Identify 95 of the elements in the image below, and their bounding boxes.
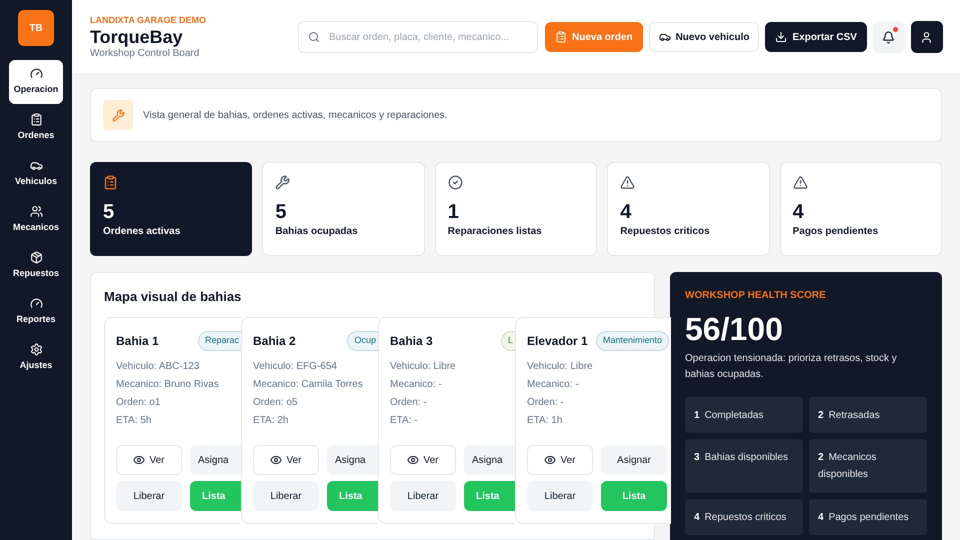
eye-icon <box>544 454 556 466</box>
bay-name: Elevador 1 <box>527 333 588 350</box>
bay-detail: Mecanico: Camila Torres <box>253 378 364 391</box>
metric-text: 1 Completadas <box>694 410 764 421</box>
bay-detail: ETA: 1h <box>527 414 564 427</box>
warning-icon <box>620 175 636 190</box>
assign-button[interactable]: Asignar <box>601 445 667 475</box>
bay-detail: Vehiculo: Libre <box>527 360 594 373</box>
wrench-icon <box>275 175 290 190</box>
status-badge: L <box>500 331 515 351</box>
release-button[interactable]: Liberar <box>116 481 182 511</box>
view-button[interactable]: Ver <box>527 445 593 475</box>
gauge-icon <box>30 297 42 310</box>
profile-button[interactable] <box>910 21 943 53</box>
box-icon <box>30 251 42 264</box>
view-button[interactable]: Ver <box>253 445 319 475</box>
bell-icon <box>882 30 896 44</box>
bay-name: Bahia 1 <box>116 333 159 350</box>
sidebar-item[interactable]: Operacion <box>9 60 63 104</box>
warning-icon <box>792 175 808 190</box>
bay-detail: ETA: - <box>390 414 419 427</box>
check-circle-icon <box>448 175 463 190</box>
toolbar-button[interactable]: Exportar CSV <box>765 22 867 52</box>
bay-detail: ETA: 5h <box>116 414 152 427</box>
brand-eyebrow: LANDIXTA GARAGE DEMO <box>90 14 207 26</box>
users-icon <box>30 205 42 218</box>
status-badge: Mantenimiento <box>596 331 669 351</box>
toolbar-button[interactable]: Nuevo vehiculo <box>648 22 760 52</box>
metric-text: 4 Repuestos criticos <box>694 512 786 523</box>
download-icon <box>775 31 788 43</box>
bay-detail: Orden: - <box>527 396 565 409</box>
bay-detail: Mecanico: - <box>527 378 580 391</box>
settings-icon <box>30 343 42 356</box>
clipboard-icon <box>103 175 118 190</box>
sidebar-item[interactable]: Mecanicos <box>9 198 63 242</box>
assign-button[interactable]: Asigna <box>327 445 378 475</box>
sidebar-item[interactable]: Vehiculos <box>9 152 63 196</box>
bay-detail: Orden: o1 <box>116 396 162 409</box>
clipboard-icon <box>555 31 567 43</box>
bay-detail: Vehiculo: ABC-123 <box>116 360 200 373</box>
view-button[interactable]: Ver <box>390 445 456 475</box>
stat-label: Bahias ocupadas <box>275 225 359 239</box>
bay-detail: ETA: 2h <box>253 414 290 427</box>
bay-name: Bahia 3 <box>390 333 433 350</box>
clipboard-icon <box>30 113 42 126</box>
stat-value: 1 <box>448 200 460 224</box>
app-title: TorqueBay <box>90 26 184 48</box>
metric-text: 2 Retrasadas <box>818 410 880 421</box>
search-field[interactable]: Buscar orden, placa, cliente, mecanico... <box>298 21 538 53</box>
bay-detail: Vehiculo: Libre <box>390 360 457 373</box>
bay-detail: Orden: o5 <box>253 396 298 409</box>
sidebar-item[interactable]: Ordenes <box>9 106 63 150</box>
assign-button[interactable]: Asigna <box>464 445 515 475</box>
stat-value: 5 <box>275 200 288 224</box>
app-subtitle: Workshop Control Board <box>90 48 200 60</box>
eye-icon <box>270 454 282 466</box>
status-badge: Reparac <box>198 331 241 351</box>
metric-text: 3 Bahias disponibles <box>694 452 788 463</box>
logo-badge: TB <box>18 10 54 46</box>
health-summary: Operacion tensionada: prioriza retrasos, stock y bahias ocupadas. <box>685 352 898 382</box>
metric-text: 2 Mecanicos disponibles <box>818 452 876 480</box>
health-score: 56/100 <box>685 310 784 349</box>
stat-value: 4 <box>792 200 805 224</box>
assign-button[interactable]: Asigna <box>190 445 241 475</box>
stat-value: 5 <box>103 200 116 224</box>
sidebar-item[interactable]: Repuestos <box>9 244 63 288</box>
user-icon <box>920 30 934 44</box>
bay-detail: Orden: - <box>390 396 428 409</box>
stat-label: Pagos pendientes <box>792 225 880 239</box>
section-title: Mapa visual de bahias <box>104 288 242 306</box>
stat-label: Ordenes activas <box>103 225 182 239</box>
health-title: WORKSHOP HEALTH SCORE <box>685 289 827 303</box>
stat-label: Repuestos criticos <box>620 225 711 239</box>
eye-icon <box>133 454 146 466</box>
metric-text: 4 Pagos pendientes <box>818 512 909 523</box>
gauge-icon <box>30 67 42 80</box>
stat-value: 4 <box>620 200 632 224</box>
sidebar-item[interactable]: Ajustes <box>9 336 63 380</box>
notifications-button[interactable] <box>872 21 905 53</box>
intro-text: Vista general de bahias, ordenes activas, mecanicos y reparaciones. <box>143 108 448 122</box>
car-icon <box>658 31 671 43</box>
bay-detail: Vehiculo: EFG-654 <box>253 360 338 373</box>
view-button[interactable]: Ver <box>116 445 182 475</box>
eye-icon <box>407 454 420 466</box>
release-button[interactable]: Liberar <box>390 481 456 511</box>
release-button[interactable]: Liberar <box>527 481 593 511</box>
bay-name: Bahia 2 <box>253 333 296 350</box>
wrench-icon <box>103 100 133 130</box>
release-button[interactable]: Liberar <box>253 481 319 511</box>
status-badge: Ocup <box>347 331 378 351</box>
search-icon <box>308 31 320 43</box>
bay-detail: Mecanico: Bruno Rivas <box>116 378 220 391</box>
sidebar-item[interactable]: Reportes <box>9 290 63 334</box>
bay-detail: Mecanico: - <box>390 378 443 391</box>
stat-label: Reparaciones listas <box>448 225 543 239</box>
